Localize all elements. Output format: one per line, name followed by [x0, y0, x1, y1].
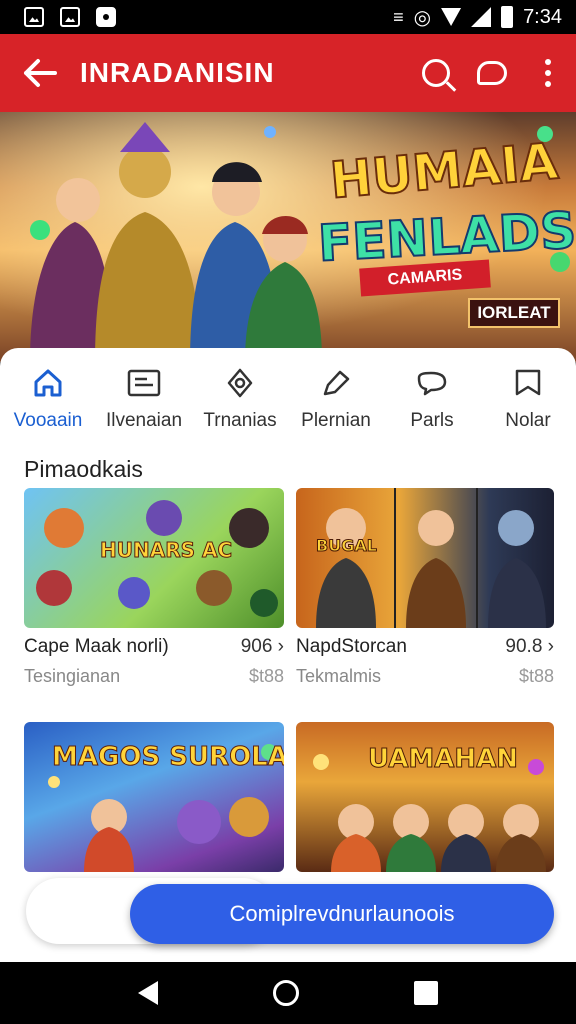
system-back-icon[interactable]: [137, 981, 158, 1005]
chat-icon: [415, 366, 449, 400]
app-title: INRADANISIN: [80, 57, 275, 88]
back-arrow-icon[interactable]: [0, 34, 80, 112]
messages-button[interactable]: [464, 34, 520, 112]
overflow-menu-button[interactable]: [520, 34, 576, 112]
wifi-icon: [441, 8, 462, 26]
system-nav-bar: [0, 962, 576, 1024]
nav-label: Parls: [410, 410, 454, 431]
game-sub-price: $t88: [518, 666, 554, 686]
app-bar: INRADANISIN: [0, 34, 576, 112]
price-value: 90.8: [505, 636, 543, 657]
hero-badge[interactable]: IORLEAT: [468, 298, 560, 328]
image-notification-icon: [60, 7, 80, 27]
gallery-notification-icon: [24, 7, 44, 27]
nav-label: Vooaain: [13, 410, 83, 431]
chat-icon: [477, 61, 507, 85]
game-card[interactable]: HUNARS AC Cape Maak norli) 906 › Tesingi…: [24, 488, 284, 698]
price-value: 906: [240, 636, 273, 657]
alarm-icon: ◎: [413, 6, 432, 29]
search-button[interactable]: [408, 34, 464, 112]
game-subtitle: Tekmalmis: [296, 666, 382, 686]
nav-label: Ilvenaian: [105, 410, 183, 431]
game-title: NapdStorcan: [296, 636, 407, 657]
tag-icon: [319, 366, 353, 400]
nav-item-deals[interactable]: Plernian: [288, 362, 384, 442]
game-card[interactable]: UAMAHAN: [296, 722, 554, 872]
game-subtitle: Tesingianan: [24, 666, 121, 686]
thumbnail-art-text: HUNARS AC: [99, 538, 233, 563]
clock: 7:34: [523, 5, 562, 28]
game-price: 90.8 ›: [505, 636, 554, 658]
nav-item-games[interactable]: Trnanias: [192, 362, 288, 442]
nav-item-home[interactable]: Vooaain: [0, 362, 96, 442]
store-icon: [127, 366, 161, 400]
game-thumbnail: UAMAHAN: [296, 722, 554, 872]
nav-label: Plernian: [301, 410, 371, 431]
controller-icon: [223, 366, 257, 400]
game-thumbnail: MAGOS SUROLA: [24, 722, 284, 872]
chevron-right-icon: ›: [547, 636, 554, 657]
notification-icons: [24, 7, 116, 27]
game-price: 906 ›: [241, 636, 284, 658]
game-card[interactable]: MAGOS SUROLA: [24, 722, 284, 872]
system-status: ≡ ◎ 7:34: [393, 5, 562, 30]
nav-item-saved[interactable]: Nolar: [480, 362, 576, 442]
system-home-icon[interactable]: [272, 980, 299, 1006]
game-thumbnail: HUNARS AC: [24, 488, 284, 628]
section-title: Pimaodkais: [24, 456, 143, 482]
primary-cta-button[interactable]: Comiplrevdnurlaunoois: [130, 884, 554, 944]
more-vert-icon: [545, 59, 551, 87]
hero-banner[interactable]: HUMAIA FENLADS CAMARIS IORLEAT: [0, 112, 576, 362]
battery-icon: [501, 6, 514, 28]
game-card[interactable]: BUGAL NapdStorcan 90.8 › Tekmalmis $t88: [296, 488, 554, 698]
status-bar: ≡ ◎ 7:34: [0, 0, 576, 34]
app-notification-icon: [96, 7, 116, 27]
signal-icon: [471, 7, 492, 27]
bookmark-icon: [511, 366, 545, 400]
vibrate-icon: ≡: [393, 6, 404, 27]
thumbnail-art-text: MAGOS SUROLA: [52, 742, 284, 773]
game-title: Cape Maak norli): [24, 636, 169, 657]
game-thumbnail: BUGAL: [296, 488, 554, 628]
content-sheet: Vooaain Ilvenaian Trnanias Plernian Parl…: [0, 348, 576, 962]
chevron-right-icon: ›: [277, 636, 284, 657]
nav-item-chat[interactable]: Parls: [384, 362, 480, 442]
game-sub-price: $t88: [248, 666, 284, 686]
nav-label: Nolar: [505, 410, 551, 431]
nav-label: Trnanias: [203, 410, 277, 431]
nav-item-store[interactable]: Ilvenaian: [96, 362, 192, 442]
search-icon: [422, 59, 450, 87]
category-nav: Vooaain Ilvenaian Trnanias Plernian Parl…: [0, 362, 576, 442]
thumbnail-art-text: UAMAHAN: [367, 744, 519, 775]
home-icon: [31, 366, 65, 400]
system-recents-icon[interactable]: [414, 981, 439, 1005]
thumbnail-art-text: BUGAL: [316, 536, 378, 556]
